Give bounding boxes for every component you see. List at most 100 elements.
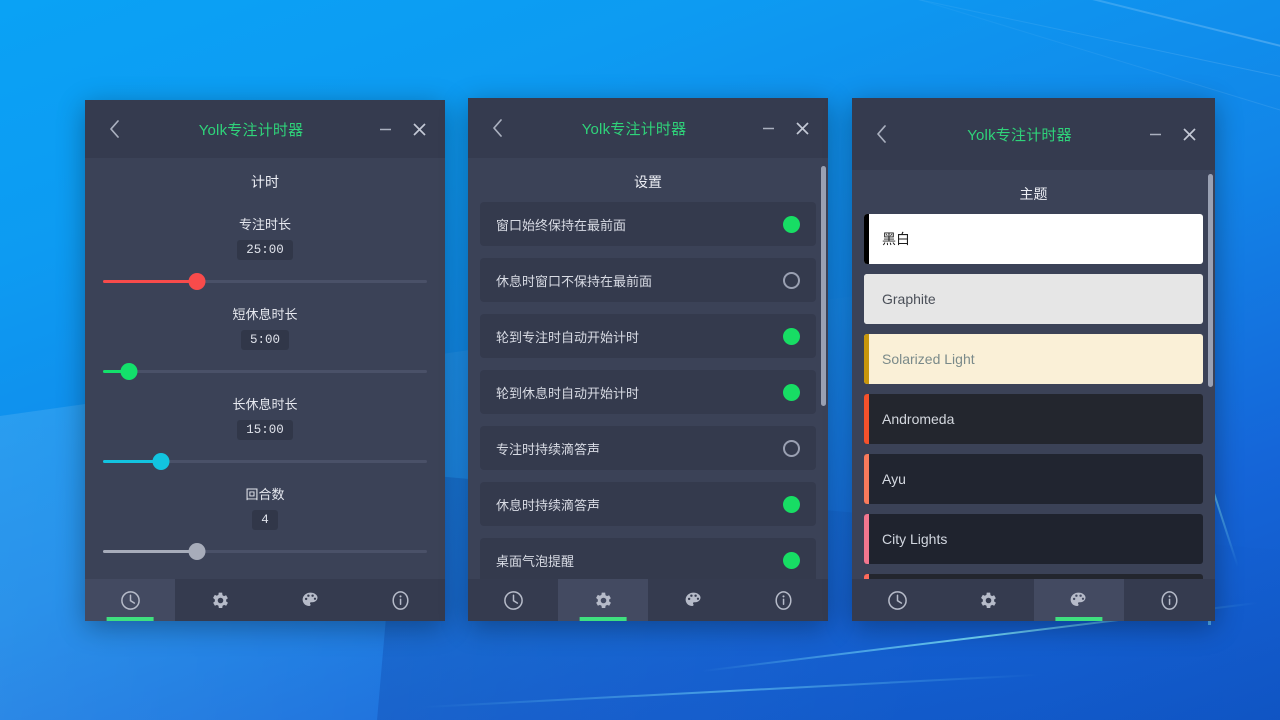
info-icon [390, 590, 411, 611]
tab-theme[interactable] [1033, 579, 1125, 621]
window-controls [1145, 124, 1199, 144]
clock-icon [503, 590, 524, 611]
toggle-indicator[interactable] [783, 439, 800, 457]
back-icon[interactable] [868, 121, 894, 147]
settings-list: 窗口始终保持在最前面休息时窗口不保持在最前面轮到专注时自动开始计时轮到休息时自动… [468, 202, 828, 579]
theme-row[interactable]: City Lights [864, 514, 1203, 564]
theme-body: 主题 黑白 Graphite Solarized Light Andromeda Ayu… [852, 170, 1215, 579]
tab-settings[interactable] [943, 579, 1034, 621]
theme-row[interactable]: Graphite [864, 274, 1203, 324]
theme-name: City Lights [882, 531, 948, 547]
timer-body: 计时 专注时长25:00短休息时长5:00长休息时长15:00回合数4 重置为默… [85, 158, 445, 579]
slider-value: 5:00 [240, 330, 289, 350]
wallpaper-ray [627, 0, 1280, 84]
setting-row[interactable]: 轮到休息时自动开始计时 [480, 370, 816, 414]
tab-timer[interactable] [468, 579, 558, 621]
slider-thumb[interactable] [188, 273, 206, 290]
slider-value: 15:00 [237, 420, 293, 440]
close-icon[interactable] [409, 119, 429, 139]
slider-track-area[interactable] [103, 270, 427, 292]
gear-icon [210, 590, 231, 611]
minimize-icon[interactable] [758, 118, 778, 138]
toggle-indicator[interactable] [783, 551, 800, 569]
wallpaper-ray [571, 0, 1280, 54]
theme-row[interactable]: Solarized Light [864, 334, 1203, 384]
theme-accent-bar [864, 334, 869, 384]
tab-about[interactable] [355, 579, 445, 621]
theme-window: Yolk专注计时器 主题 黑白 Graphite Solarized Light An… [852, 98, 1215, 621]
slider-label: 回合数 [245, 487, 285, 502]
titlebar: Yolk专注计时器 [468, 98, 828, 158]
tab-timer[interactable] [85, 579, 175, 621]
setting-label: 轮到专注时自动开始计时 [496, 329, 640, 345]
setting-label: 专注时持续滴答声 [496, 441, 601, 457]
setting-label: 桌面气泡提醒 [496, 553, 575, 569]
tab-theme[interactable] [265, 579, 355, 621]
setting-row[interactable]: 专注时持续滴答声 [480, 426, 816, 470]
slider-thumb[interactable] [188, 543, 206, 560]
close-icon[interactable] [792, 118, 812, 138]
theme-name: Ayu [882, 471, 906, 487]
slider-track [103, 370, 427, 373]
toggle-indicator[interactable] [783, 215, 800, 233]
settings-scrollbar[interactable] [821, 158, 826, 579]
scrollbar-thumb[interactable] [821, 166, 826, 407]
setting-label: 窗口始终保持在最前面 [496, 217, 627, 233]
back-icon[interactable] [484, 115, 510, 141]
gear-icon [978, 590, 999, 611]
window-title: Yolk专注计时器 [967, 126, 1072, 144]
theme-list: 黑白 Graphite Solarized Light Andromeda Ayu Cit… [852, 214, 1215, 579]
tab-theme[interactable] [648, 579, 738, 621]
slider-thumb[interactable] [152, 453, 170, 470]
section-title: 设置 [634, 174, 662, 190]
slider-track-area[interactable] [103, 450, 427, 472]
slider-block: 专注时长 25:00 [103, 214, 427, 292]
theme-row[interactable]: Ayu [864, 454, 1203, 504]
clock-icon [887, 590, 908, 611]
setting-row[interactable]: 休息时窗口不保持在最前面 [480, 258, 816, 302]
titlebar: Yolk专注计时器 [852, 98, 1215, 170]
timer-slider-group: 专注时长 25:00 短休息时长 5:00 长休息时长 15:00 回合数 4 [85, 214, 445, 562]
theme-name: Solarized Light [882, 351, 975, 367]
tab-about[interactable] [1124, 579, 1215, 621]
tab-settings[interactable] [175, 579, 265, 621]
gear-icon [593, 590, 614, 611]
toggle-indicator[interactable] [783, 271, 800, 289]
window-title: Yolk专注计时器 [198, 121, 304, 139]
setting-row[interactable]: 桌面气泡提醒 [480, 538, 816, 579]
slider-track-area[interactable] [103, 360, 427, 382]
toggle-indicator[interactable] [783, 383, 800, 401]
toggle-indicator[interactable] [783, 327, 800, 345]
tab-about[interactable] [738, 579, 828, 621]
back-icon[interactable] [101, 116, 127, 142]
tab-timer[interactable] [852, 579, 943, 621]
palette-icon [1068, 590, 1089, 611]
settings-body: 设置 窗口始终保持在最前面休息时窗口不保持在最前面轮到专注时自动开始计时轮到休息… [468, 158, 828, 579]
setting-label: 休息时持续滴答声 [496, 497, 601, 513]
minimize-icon[interactable] [375, 119, 395, 139]
slider-label: 专注时长 [238, 217, 291, 232]
setting-row[interactable]: 休息时持续滴答声 [480, 482, 816, 526]
slider-track-area[interactable] [103, 540, 427, 562]
theme-row[interactable]: 黑白 [864, 214, 1203, 264]
clock-icon [120, 590, 141, 611]
toggle-indicator[interactable] [783, 495, 800, 513]
slider-value-wrap: 5:00 [103, 330, 427, 350]
theme-accent-bar [864, 514, 869, 564]
theme-accent-bar [864, 454, 869, 504]
tab-bar [852, 579, 1215, 621]
scrollbar-thumb[interactable] [1208, 174, 1213, 387]
minimize-icon[interactable] [1145, 124, 1165, 144]
theme-row[interactable]: Andromeda [864, 394, 1203, 444]
slider-fill [103, 280, 197, 283]
setting-row[interactable]: 轮到专注时自动开始计时 [480, 314, 816, 358]
tab-settings[interactable] [558, 579, 648, 621]
close-icon[interactable] [1179, 124, 1199, 144]
theme-name: 黑白 [882, 231, 910, 247]
setting-row[interactable]: 窗口始终保持在最前面 [480, 202, 816, 246]
palette-icon [300, 590, 321, 611]
tab-bar [85, 579, 445, 621]
window-controls [758, 118, 812, 138]
theme-scrollbar[interactable] [1208, 170, 1213, 579]
slider-thumb[interactable] [120, 363, 138, 380]
